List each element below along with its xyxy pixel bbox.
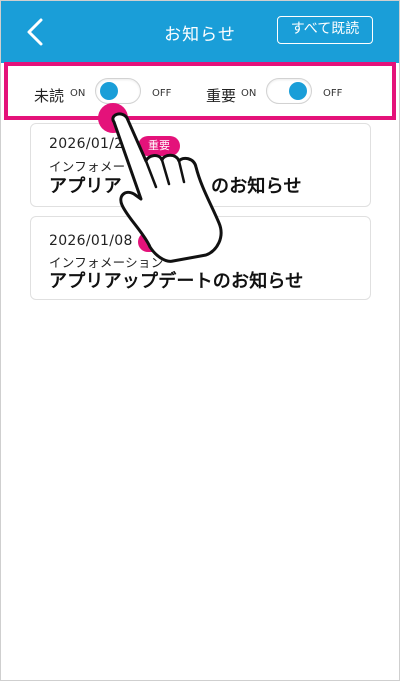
important-toggle[interactable]	[266, 78, 312, 104]
important-on-label: ON	[241, 88, 257, 99]
notice-card[interactable]: 2026/01/2 重要 インフォメー アプリア のお知らせ	[30, 123, 371, 207]
unread-filter-label: 未読	[34, 87, 65, 105]
important-filter-label: 重要	[206, 87, 237, 105]
important-toggle-knob	[289, 82, 307, 100]
app-screen: お知らせ すべて既読 未読 ON OFF 重要 ON OFF 2026/01/2…	[0, 0, 400, 681]
unread-off-label: OFF	[152, 88, 172, 99]
important-badge: 重要	[138, 232, 180, 252]
notice-date: 2026/01/2	[49, 136, 124, 152]
notice-title: アプリアップデートのお知らせ	[49, 271, 304, 292]
filter-bar: 未読 ON OFF 重要 ON OFF	[4, 62, 396, 120]
notice-title: アプリア	[49, 176, 122, 197]
important-badge: 重要	[138, 136, 180, 156]
header-bar: お知らせ すべて既読	[1, 1, 399, 63]
unread-toggle-knob	[100, 82, 118, 100]
unread-on-label: ON	[70, 88, 86, 99]
notice-card[interactable]: 2026/01/08 重要 インフォメーション アプリアップデートのお知らせ	[30, 216, 371, 300]
unread-toggle[interactable]	[95, 78, 141, 104]
notice-date: 2026/01/08	[49, 233, 133, 249]
mark-all-read-button[interactable]: すべて既読	[277, 16, 373, 44]
important-off-label: OFF	[323, 88, 343, 99]
notice-title-end: のお知らせ	[211, 176, 302, 197]
